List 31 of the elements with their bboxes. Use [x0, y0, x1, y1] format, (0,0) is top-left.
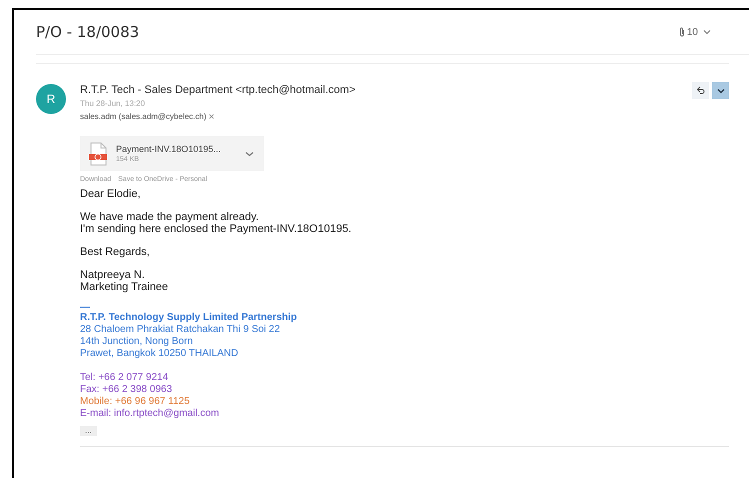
body-text: Best Regards,	[80, 246, 151, 258]
more-actions-button[interactable]	[712, 82, 729, 99]
company-name: R.T.P. Technology Supply Limited Partnership	[80, 312, 298, 324]
sender-avatar: R	[36, 84, 66, 114]
address-line: Prawet, Bangkok 10250 THAILAND	[80, 348, 240, 360]
contact-line: E-mail: info.rtptech@gmail.com	[80, 408, 220, 420]
contact-line: Fax: +66 2 398 0963	[80, 384, 174, 396]
close-icon[interactable]	[209, 114, 214, 119]
recipient[interactable]: sales.adm (sales.adm@cybelec.ch)	[80, 112, 206, 121]
contact-line: Mobile: +66 96 967 1125	[80, 396, 191, 408]
body-text: Marketing Trainee	[80, 281, 170, 293]
body-text: Natpreeya N.	[80, 269, 146, 281]
address-line: 14th Junction, Nong Born	[80, 336, 194, 348]
body-text: Dear Elodie,	[80, 188, 142, 200]
body-text: I'm sending here enclosed the Payment-INV.18O10195.	[80, 223, 352, 235]
signature-dash: —	[80, 304, 91, 312]
chevron-down-icon[interactable]	[703, 29, 711, 35]
paperclip-icon	[678, 27, 685, 37]
chevron-down-icon[interactable]	[245, 150, 254, 156]
message-date: Thu 28-Jun, 13:20	[80, 99, 146, 108]
email-subject: P/O - 18/0083	[36, 23, 140, 41]
contact-line: Tel: +66 2 077 9214	[80, 372, 170, 384]
reply-all-icon	[696, 86, 705, 95]
chevron-down-icon	[716, 88, 724, 94]
sender-name: R.T.P. Tech - Sales Department <rtp.tech@hotmail.com>	[80, 84, 356, 96]
pdf-file-icon	[88, 142, 108, 166]
reply-all-button[interactable]	[692, 82, 709, 99]
body-text: We have made the payment already.	[80, 211, 260, 223]
attachment-count[interactable]: 10	[686, 26, 698, 38]
address-line: 28 Chaloem Phrakiat Ratchakan Thi 9 Soi 22	[80, 324, 281, 336]
show-more-button[interactable]: ...	[80, 426, 97, 436]
